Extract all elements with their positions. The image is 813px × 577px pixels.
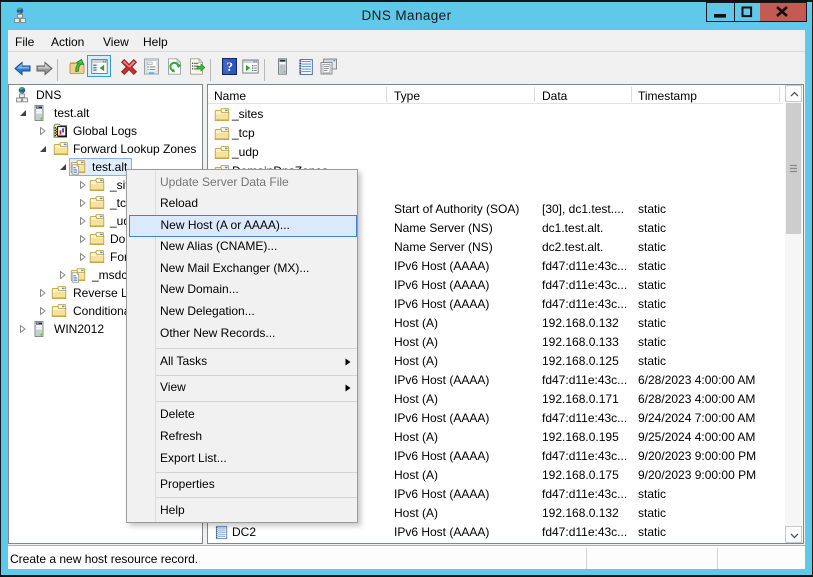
svg-text:?: ? (226, 59, 233, 74)
